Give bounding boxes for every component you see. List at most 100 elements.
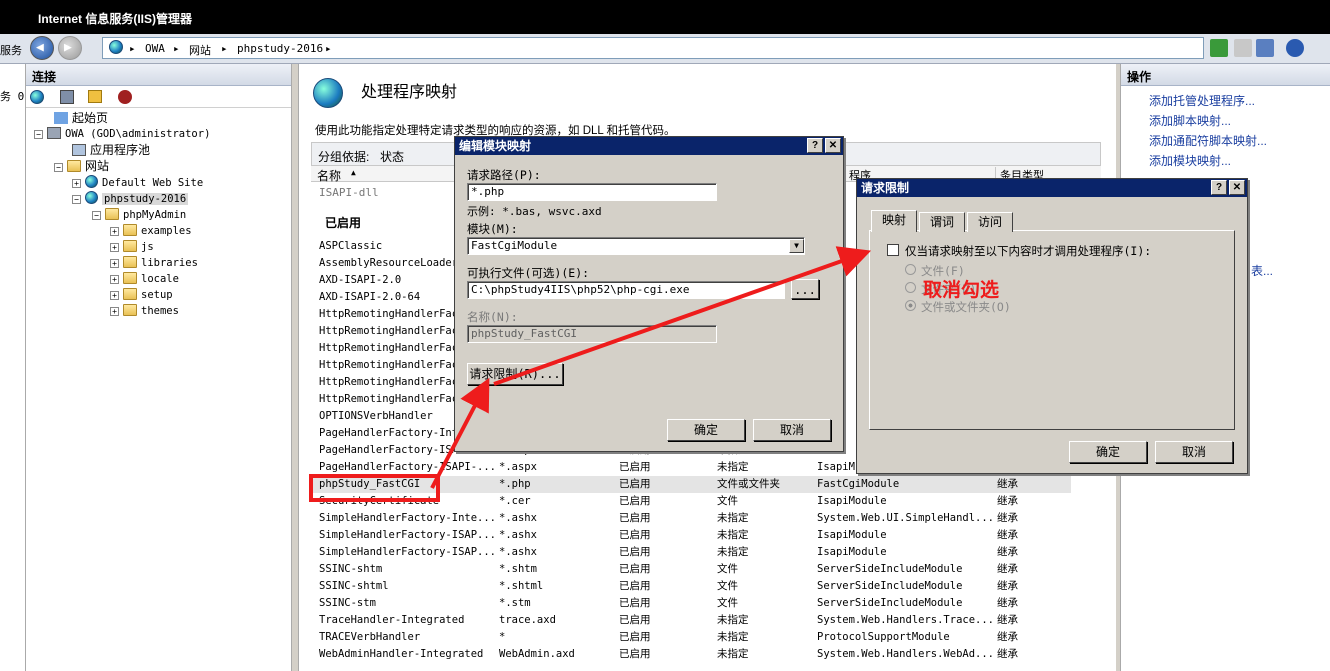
tab-mapping[interactable]: 映射 xyxy=(871,210,917,232)
cancel-button[interactable]: 取消 xyxy=(1155,441,1233,463)
table-row[interactable]: SimpleHandlerFactory-Inte... *.ashx 已启用 未指定… xyxy=(311,510,1071,527)
module-select[interactable]: FastCgiModule xyxy=(467,237,805,255)
table-row[interactable]: SSINC-stm *.stm 已启用 文件 ServerSideIncludeModu… xyxy=(311,595,1071,612)
table-row[interactable]: SimpleHandlerFactory-ISAP... *.ashx 已启用 未指定… xyxy=(311,527,1071,544)
cell-handler: IsapiModule xyxy=(817,546,887,558)
tree-folder-examples[interactable]: + examples xyxy=(110,223,192,239)
expand-icon[interactable]: + xyxy=(110,275,119,284)
window-title-bar: Internet 信息服务(IIS)管理器 xyxy=(0,0,1330,34)
tree-phpstudy-site[interactable]: − phpstudy-2016 xyxy=(72,191,189,207)
action-add-wildcard-script-map[interactable]: 添加通配符脚本映射... xyxy=(1149,132,1267,149)
cell-state: 已启用 xyxy=(619,563,651,575)
cell-path: *.php xyxy=(499,478,531,490)
back-button[interactable]: ◀ xyxy=(30,36,54,60)
refresh-icon[interactable] xyxy=(1210,39,1228,57)
tree-app-pools[interactable]: 应用程序池 xyxy=(72,142,150,158)
cell-handler: ServerSideIncludeModule xyxy=(817,580,963,592)
collapse-icon[interactable]: − xyxy=(54,163,63,172)
cell-path: WebAdmin.axd xyxy=(499,648,575,660)
save-icon[interactable] xyxy=(60,90,74,104)
table-row[interactable]: TRACEVerbHandler * 已启用 未指定 ProtocolSupportMo… xyxy=(311,629,1071,646)
browse-button[interactable]: ... xyxy=(791,279,819,299)
tree-folder-libraries[interactable]: + libraries xyxy=(110,255,198,271)
cell-handler: ServerSideIncludeModule xyxy=(817,563,963,575)
forward-arrow-icon: ▶ xyxy=(64,40,72,55)
expand-icon[interactable]: + xyxy=(72,179,81,188)
request-path-input[interactable]: *.php xyxy=(467,183,717,201)
cell-entry: 继承 xyxy=(997,512,1018,524)
left-cut-text-2: 务 0 xyxy=(0,90,25,103)
connections-pane: 连接 起始页 − OWA (GOD\administrator) 应用程序池 − 网… xyxy=(26,64,292,671)
tree-folder-themes[interactable]: + themes xyxy=(110,303,179,319)
collapse-icon[interactable]: − xyxy=(72,195,81,204)
folder-icon xyxy=(105,208,119,220)
help-button[interactable]: ? xyxy=(807,138,823,153)
home-icon[interactable] xyxy=(1256,39,1274,57)
expand-icon[interactable]: + xyxy=(110,291,119,300)
cell-state: 已启用 xyxy=(619,580,651,592)
executable-input[interactable]: C:\phpStudy4IIS\php52\php-cgi.exe xyxy=(467,281,785,299)
address-bar[interactable]: ▸ OWA ▸ 网站 ▸ phpstudy-2016 ▸ xyxy=(102,37,1204,59)
request-restrictions-button[interactable]: 请求限制(R)... xyxy=(467,363,563,385)
table-row[interactable]: WebAdminHandler-Integrated WebAdmin.axd 已启… xyxy=(311,646,1071,663)
tree-sites[interactable]: − 网站 xyxy=(54,158,109,174)
tree-phpmyadmin[interactable]: − phpMyAdmin xyxy=(92,207,186,223)
cell-name: SSINC-shtm xyxy=(319,563,383,575)
table-row[interactable]: SimpleHandlerFactory-ISAP... *.ashx 已启用 未指定… xyxy=(311,544,1071,561)
invoke-handler-checkbox[interactable] xyxy=(887,244,899,256)
cell-path: *.ashx xyxy=(499,529,537,541)
cell-name: SimpleHandlerFactory-ISAP... xyxy=(319,529,497,541)
ok-button[interactable]: 确定 xyxy=(667,419,745,441)
expand-icon[interactable]: + xyxy=(110,243,119,252)
expand-icon[interactable]: + xyxy=(110,259,119,268)
close-button[interactable]: ✕ xyxy=(825,138,841,153)
cell-name: SSINC-shtml xyxy=(319,580,389,592)
tab-access[interactable]: 访问 xyxy=(967,212,1013,232)
dropdown-arrow-icon[interactable]: ▼ xyxy=(789,239,804,253)
tree-server[interactable]: − OWA (GOD\administrator) xyxy=(34,126,210,142)
tree-start-page[interactable]: 起始页 xyxy=(54,110,108,126)
crumb-sep-icon: ▸ xyxy=(221,42,228,55)
folder-up-icon[interactable] xyxy=(88,90,102,103)
tab-verbs[interactable]: 谓词 xyxy=(919,212,965,232)
crumb-owa[interactable]: OWA xyxy=(145,42,165,55)
table-row[interactable]: TraceHandler-Integrated trace.axd 已启用 未指定 Sy… xyxy=(311,612,1071,629)
radio-file-or-folder[interactable] xyxy=(905,300,916,311)
crumb-site[interactable]: phpstudy-2016 xyxy=(237,42,323,55)
collapse-icon[interactable]: − xyxy=(34,130,43,139)
highlight-box xyxy=(309,474,440,502)
tree-folder-js[interactable]: + js xyxy=(110,239,154,255)
group-by-select[interactable]: 状态 xyxy=(380,148,404,165)
forward-button[interactable]: ▶ xyxy=(58,36,82,60)
ok-button[interactable]: 确定 xyxy=(1069,441,1147,463)
radio-file[interactable] xyxy=(905,264,916,275)
col-name-header[interactable]: 名称 xyxy=(317,167,341,184)
disconnect-icon[interactable] xyxy=(118,90,132,104)
tree-default-site[interactable]: + Default Web Site xyxy=(72,175,203,191)
action-add-script-map[interactable]: 添加脚本映射... xyxy=(1149,112,1231,129)
cancel-button[interactable]: 取消 xyxy=(753,419,831,441)
radio-folder[interactable] xyxy=(905,282,916,293)
connect-icon[interactable] xyxy=(30,90,44,104)
cell-state: 已启用 xyxy=(619,597,651,609)
stop-icon[interactable] xyxy=(1234,39,1252,57)
help-icon[interactable] xyxy=(1286,39,1304,57)
expand-icon[interactable]: + xyxy=(110,307,119,316)
action-add-module-mapping[interactable]: 添加模块映射... xyxy=(1149,152,1231,169)
table-row[interactable]: SSINC-shtm *.shtm 已启用 文件 ServerSideIncludeMo… xyxy=(311,561,1071,578)
cell-handler: FastCgiModule xyxy=(817,478,900,490)
action-add-managed-handler[interactable]: 添加托管处理程序... xyxy=(1149,92,1255,109)
table-row[interactable]: SSINC-shtml *.shtml 已启用 文件 ServerSideInclude… xyxy=(311,578,1071,595)
close-button[interactable]: ✕ xyxy=(1229,180,1245,195)
tree-folder-locale[interactable]: + locale xyxy=(110,271,179,287)
help-button[interactable]: ? xyxy=(1211,180,1227,195)
crumb-sites[interactable]: 网站 xyxy=(189,42,211,58)
expand-icon[interactable]: + xyxy=(110,227,119,236)
app-pool-icon xyxy=(72,144,86,156)
collapse-icon[interactable]: − xyxy=(92,211,101,220)
tree-folder-setup[interactable]: + setup xyxy=(110,287,173,303)
disabled-item[interactable]: ISAPI-dll xyxy=(319,186,379,199)
cell-path: *.ashx xyxy=(499,546,537,558)
action-partial-link[interactable]: 表... xyxy=(1251,262,1273,279)
cell-entry: 继承 xyxy=(997,495,1018,507)
